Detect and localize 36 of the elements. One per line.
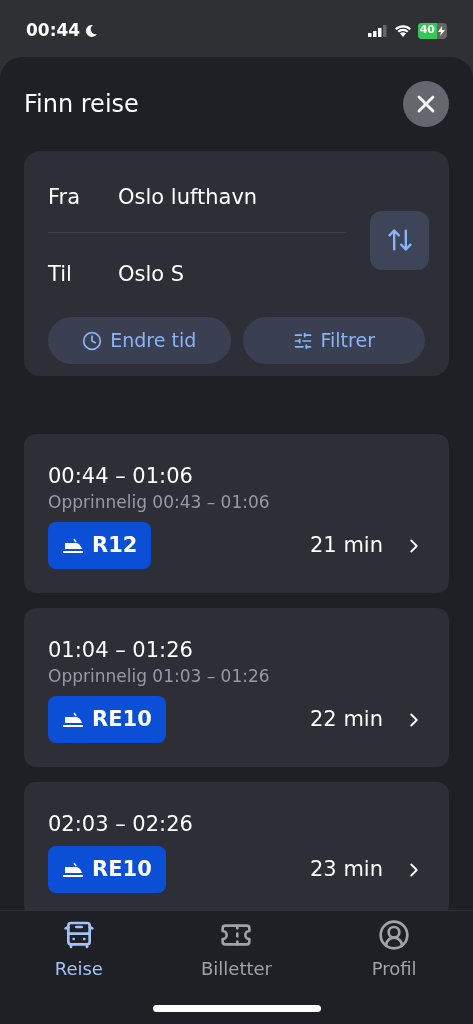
profile-icon [378,919,411,951]
filter-button[interactable]: Filtrer [242,317,425,364]
tab-item[interactable]: Reise [0,919,158,982]
bus-icon [62,919,95,951]
clock-icon [82,330,103,351]
line-badge: RE10 [48,846,166,893]
tab-item[interactable]: Billetter [157,919,316,982]
from-field[interactable]: Fra Oslo lufthavn [48,163,346,233]
change-time-button[interactable]: Endre tid [48,317,231,364]
tab-item[interactable]: Profil [315,919,473,982]
trip-times: 02:03 – 02:26 [48,811,194,838]
line-badge: R12 [48,522,152,569]
trip-duration: 23 min [310,855,383,883]
swap-button[interactable] [370,210,429,270]
sliders-icon [292,330,313,351]
line-badge: RE10 [48,696,166,743]
trip-card[interactable]: 02:03 – 02:26 RE10 23 min [24,782,449,910]
signal-icon [367,24,388,37]
trip-duration: 22 min [310,705,383,733]
original-times: Opprinnelig 01:03 – 01:26 [48,665,271,688]
to-field[interactable]: Til Oslo S [48,233,346,317]
page-title: Finn reise [24,89,139,120]
wifi-icon [393,24,412,37]
battery-indicator: 40 [417,22,447,39]
status-time: 00:44 [26,18,81,42]
trip-times: 01:04 – 01:26 [48,637,194,664]
original-times: Opprinnelig 00:43 – 01:06 [48,491,271,514]
moon-icon [84,23,99,38]
trip-card[interactable]: 01:04 – 01:26 Opprinnelig 01:03 – 01:26 RE10 22 min [24,608,449,767]
trip-card[interactable]: 00:44 – 01:06 Opprinnelig 00:43 – 01:06 R12 21 min [24,434,449,593]
trip-duration: 21 min [310,531,383,559]
train-icon [62,537,84,554]
close-button[interactable] [403,81,449,127]
train-icon [62,711,84,728]
trip-times: 00:44 – 01:06 [48,463,194,490]
train-icon [62,861,84,878]
